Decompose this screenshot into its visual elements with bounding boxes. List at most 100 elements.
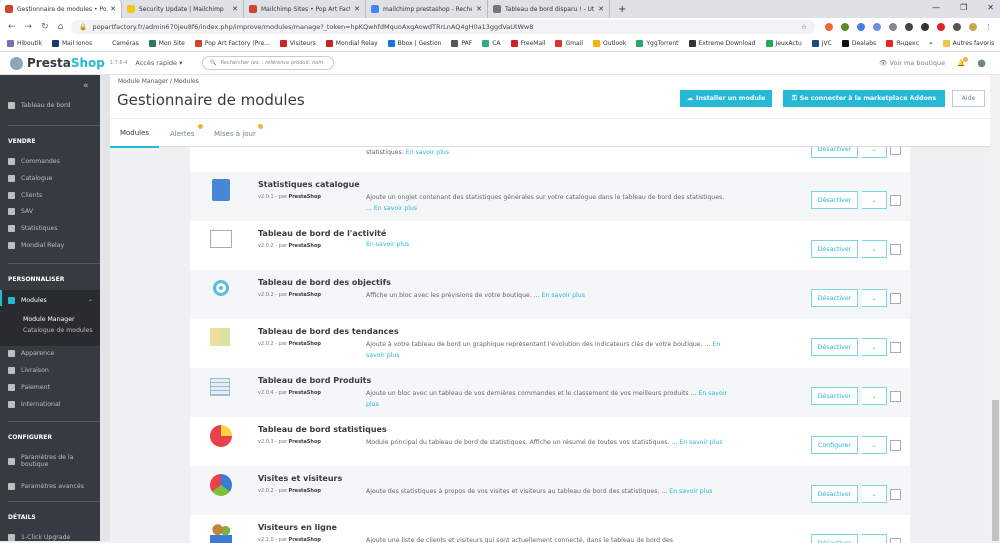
sidebar-item-param-tres-avanc-s[interactable]: Paramètres avancés [8,483,84,490]
scrollbar-thumb[interactable] [992,400,999,541]
learn-more-link[interactable]: En savoir plus [669,488,712,495]
url-field[interactable]: 🔒 popartfactory.fr/admin670jeu8f6/index.p… [71,20,815,34]
browser-tab[interactable]: Gestionnaire de modules • Pop A ✕ [0,0,122,18]
download-icon[interactable] [889,23,897,31]
bookmark[interactable]: YggTorrent [636,40,679,47]
maximize-icon[interactable]: ❐ [960,3,967,12]
learn-more-link[interactable]: En savoir plus [679,439,722,446]
browser-tab[interactable]: Mailchimp Sites • Pop Art Factory ✕ [244,0,366,18]
disable-button[interactable]: Désactiver [811,240,858,258]
bookmark[interactable]: FreeMail [510,40,545,47]
sidebar-item-international[interactable]: International [8,401,61,408]
bulk-select-checkbox[interactable] [890,244,901,255]
bookmark[interactable]: Caméras [102,40,139,47]
browser-tab[interactable]: mailchimp prestashop - Recherch ✕ [366,0,488,18]
extension-icon[interactable] [841,23,849,31]
sidebar-item-commandes[interactable]: Commandes [8,158,60,165]
sidebar-subitem-catalogue-de-modules[interactable]: Catalogue de modules [23,327,93,334]
close-tab-icon[interactable]: ✕ [232,5,238,13]
disable-button[interactable]: Désactiver [811,191,858,209]
sidebar-item-sav[interactable]: SAV [8,208,33,215]
actions-dropdown-chevron-icon[interactable]: ⌄ [862,534,887,543]
learn-more-link[interactable]: En savoir plus [374,205,417,212]
disable-button[interactable]: Désactiver [811,534,858,543]
install-module-button[interactable]: ☁ Installer un module [680,90,772,107]
bookmark[interactable]: JVC [811,40,832,47]
disable-button[interactable]: Désactiver [811,485,858,503]
sidebar-item-dashboard[interactable]: Tableau de bord [8,102,70,109]
home-icon[interactable]: ⌂ [58,22,64,32]
sidebar-scrollbar[interactable] [100,75,110,541]
minimize-icon[interactable]: — [932,3,940,12]
close-tab-icon[interactable]: ✕ [110,5,116,13]
tab-mises-a-jour[interactable]: Mises à jour [214,119,263,148]
bookmark[interactable]: Dealabs [841,40,876,47]
sidebar-item-1-click-upgrade[interactable]: 1-Click Upgrade [8,534,70,541]
actions-dropdown-chevron-icon[interactable]: ⌄ [862,387,887,405]
sidebar-item-mondial-relay[interactable]: Mondial Relay [8,242,64,249]
menu-icon[interactable]: ⋮ [985,23,992,31]
bookmark[interactable]: Extreme Download [688,40,756,47]
bookmark[interactable]: Яндекс [886,40,919,47]
key-icon[interactable] [953,23,961,31]
notifications-bell-icon[interactable]: 🔔 [957,57,969,67]
bulk-select-checkbox[interactable] [890,489,901,500]
actions-dropdown-chevron-icon[interactable]: ⌄ [862,338,887,356]
browser-tab[interactable]: Security Update | Mailchimp ✕ [122,0,244,18]
actions-dropdown-chevron-icon[interactable]: ⌄ [862,289,887,307]
actions-dropdown-chevron-icon[interactable]: ⌄ [862,485,887,503]
sidebar-item-modules[interactable]: Modules [8,297,47,304]
opera-icon[interactable] [937,23,945,31]
bookmark[interactable]: Outlook [592,40,626,47]
extension-icon[interactable] [825,23,833,31]
admin-search-input[interactable]: 🔍 Rechercher (ex. : référence produit, no… [202,56,335,70]
learn-more-link[interactable]: En savoir plus [366,241,409,248]
sidebar-item-catalogue[interactable]: Catalogue [8,175,53,182]
bookmark[interactable]: Mon Site [148,40,185,47]
extension-icon[interactable] [873,23,881,31]
breadcrumb[interactable]: Module Manager / Modules [118,78,199,85]
bookmark[interactable]: JeuxActu [765,40,802,47]
extension-icon[interactable] [921,23,929,31]
close-tab-icon[interactable]: ✕ [598,5,604,13]
bookmark[interactable]: PAF [451,40,472,47]
sidebar-item-statistiques[interactable]: Statistiques [8,225,58,232]
bookmark[interactable]: Mail Ionos [51,40,92,47]
bulk-select-checkbox[interactable] [890,391,901,402]
forward-icon[interactable]: → [25,22,33,32]
configure-button[interactable]: Configurer [811,436,858,454]
account-icon[interactable]: ● [977,58,986,69]
connect-addons-button[interactable]: ⚿ Se connecter à la marketplace Addons [783,90,945,107]
bulk-select-checkbox[interactable] [890,342,901,353]
chevron-up-icon[interactable]: ⌃ [88,299,93,306]
sidebar-item-livraison[interactable]: Livraison [8,367,49,374]
sidebar-item-param-tres-de-la-boutique[interactable]: Paramètres de la boutique [8,454,81,468]
bookmark[interactable]: Mondial Relay [325,40,378,47]
learn-more-link[interactable]: En savoir plus [542,292,585,299]
close-icon[interactable]: ✕ [987,3,994,12]
bookmark[interactable]: Bbox | Gestion [387,40,441,47]
extension-icon[interactable] [905,23,913,31]
view-shop-link[interactable]: 👁 Voir ma boutique [879,59,945,67]
reload-icon[interactable]: ↻ [41,22,49,32]
tab-alertes[interactable]: Alertes [170,119,203,148]
new-tab-button[interactable]: + [610,4,634,15]
sidebar-item-paiement[interactable]: Paiement [8,384,50,391]
bookmark[interactable]: Pop Art Factory (Pre... [194,40,270,47]
quick-access-dropdown[interactable]: Accès rapide ▾ [135,59,182,67]
help-button[interactable]: Aide [952,90,985,107]
actions-dropdown-chevron-icon[interactable]: ⌄ [862,436,887,454]
prestashop-logo[interactable]: Presta Shop [0,56,105,70]
star-icon[interactable]: ☆ [801,23,807,31]
close-tab-icon[interactable]: ✕ [354,5,360,13]
profile-avatar[interactable] [969,23,977,31]
actions-dropdown-chevron-icon[interactable]: ⌄ [862,240,887,258]
bulk-select-checkbox[interactable] [890,293,901,304]
bulk-select-checkbox[interactable] [890,440,901,451]
bookmark[interactable]: CA [482,40,501,47]
bookmark[interactable]: Gmail [555,40,583,47]
more-bookmarks-icon[interactable]: » [929,40,933,47]
sidebar-subitem-module-manager[interactable]: Module Manager [23,316,75,323]
bulk-select-checkbox[interactable] [890,195,901,206]
collapse-sidebar-icon[interactable]: « [83,81,89,91]
